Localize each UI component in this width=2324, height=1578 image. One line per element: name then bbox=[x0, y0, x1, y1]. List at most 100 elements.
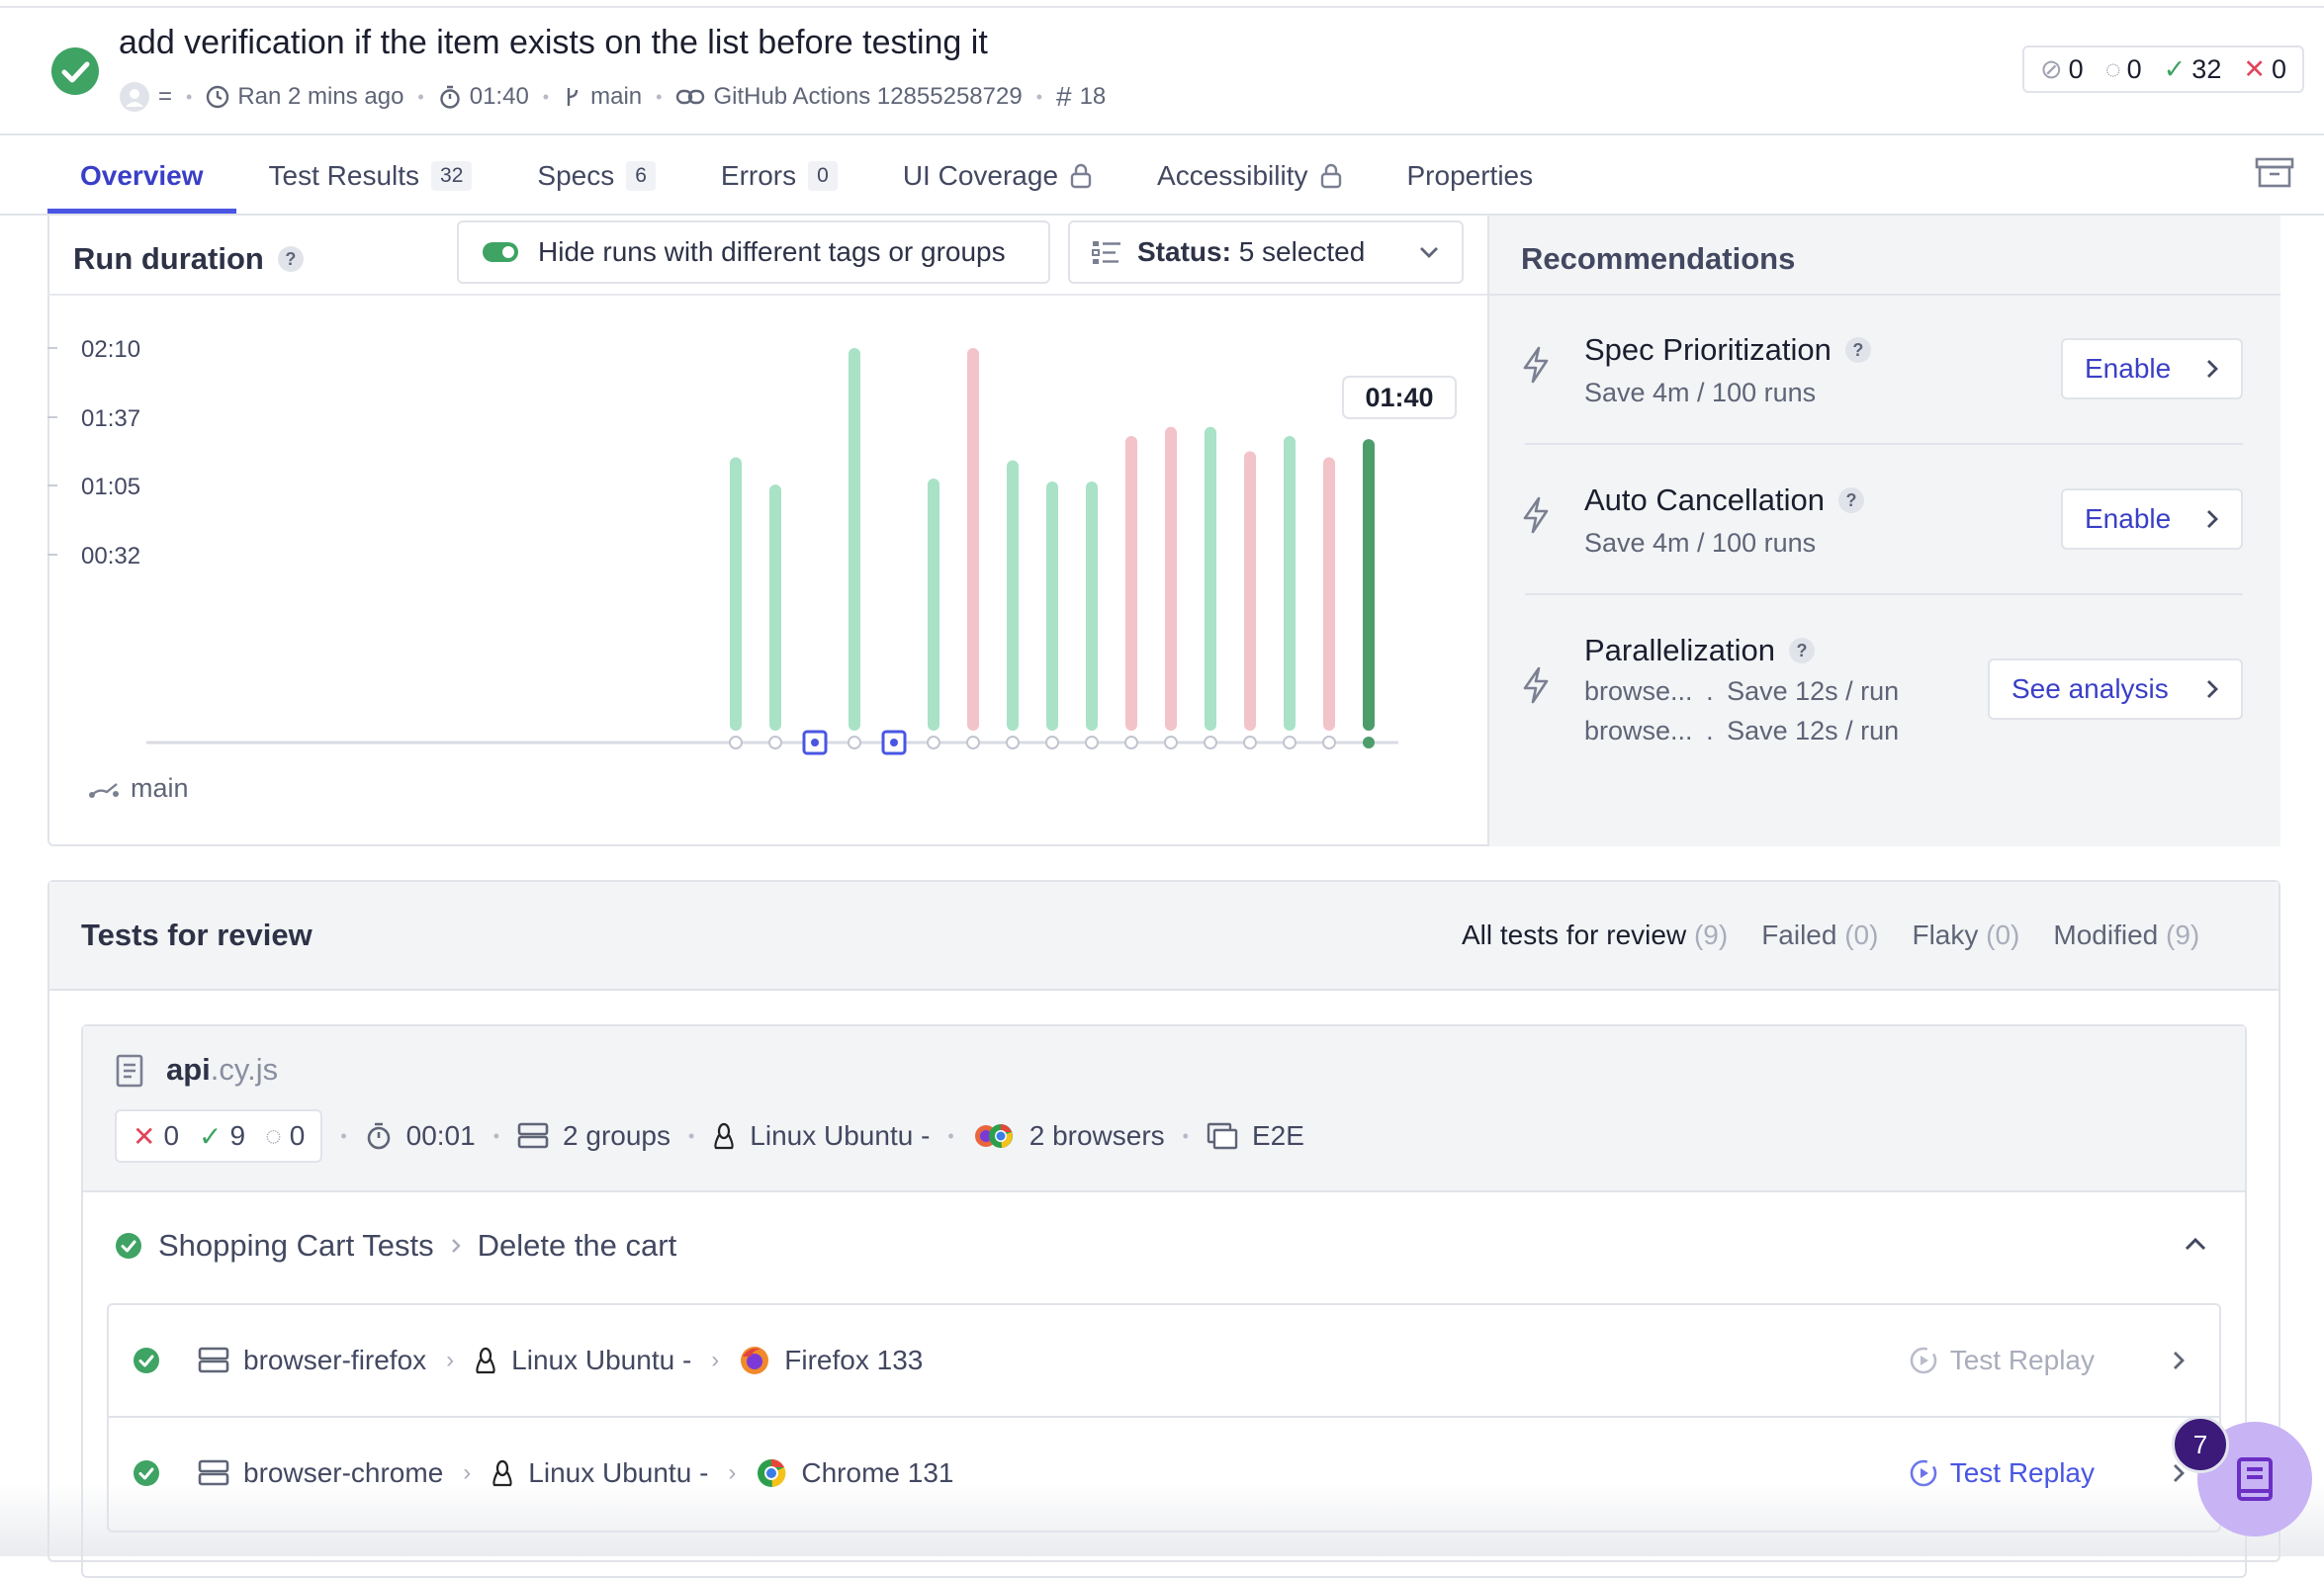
review-filter-tabs: All tests for review (9) Failed (0) Flak… bbox=[1462, 920, 2199, 951]
tab-ui-coverage[interactable]: UI Coverage bbox=[870, 138, 1124, 214]
duration-bar bbox=[1205, 426, 1216, 731]
duration-bar bbox=[928, 478, 939, 731]
notification-badge: 7 bbox=[2172, 1416, 2229, 1473]
lock-icon bbox=[1070, 163, 1092, 189]
archive-icon[interactable] bbox=[2255, 156, 2294, 193]
spec-groups: 2 groups bbox=[517, 1120, 670, 1152]
branch[interactable]: main bbox=[563, 83, 642, 111]
see-analysis-button[interactable]: See analysis bbox=[1988, 658, 2243, 720]
linux-icon bbox=[476, 1347, 495, 1374]
rec-auto-cancellation: Auto Cancellation? Save 4m / 100 runs En… bbox=[1521, 477, 2243, 595]
duration-bar bbox=[849, 348, 860, 731]
lock-icon bbox=[1320, 163, 1341, 189]
skipped-count: ⊘ 0 bbox=[2039, 53, 2084, 84]
run-marker bbox=[1124, 736, 1138, 749]
status-filter-dropdown[interactable]: Status: 5 selected bbox=[1068, 220, 1464, 284]
duration-bar bbox=[1086, 482, 1098, 731]
firefox-icon bbox=[741, 1347, 769, 1374]
replay-icon bbox=[1910, 1459, 1937, 1487]
tab-properties[interactable]: Properties bbox=[1375, 138, 1566, 214]
bars bbox=[730, 348, 1375, 731]
chevron-right-icon bbox=[2207, 680, 2218, 698]
spec-file-name[interactable]: api .cy.js bbox=[166, 1052, 278, 1088]
hash-icon: # bbox=[1056, 81, 1072, 112]
run-marker bbox=[1085, 736, 1099, 749]
lightning-icon bbox=[1523, 346, 1549, 384]
ci-link[interactable]: GitHub Actions 12855258729 bbox=[675, 83, 1023, 111]
run-counts: ⊘ 0 ◌ 0 ✓ 32 ✕ 0 bbox=[2021, 45, 2304, 93]
test-replay-button[interactable]: Test Replay bbox=[1909, 1457, 2095, 1489]
tab-specs[interactable]: Specs 6 bbox=[504, 138, 688, 214]
run-marker bbox=[768, 736, 782, 749]
passed-count: ✓ 9 bbox=[199, 1120, 246, 1152]
filter-failed[interactable]: Failed (0) bbox=[1761, 920, 1878, 951]
spec-os: Linux Ubuntu - bbox=[712, 1120, 930, 1152]
test-attempt-row[interactable]: browser-chrome › Linux Ubuntu - › Chrome… bbox=[109, 1418, 2219, 1529]
pending-icon: ◌ bbox=[265, 1120, 282, 1151]
help-icon[interactable]: ? bbox=[277, 246, 304, 272]
check-circle-icon bbox=[133, 1459, 160, 1487]
x-icon: ✕ bbox=[2243, 53, 2266, 84]
rec-spec-prioritization: Spec Prioritization? Save 4m / 100 runs … bbox=[1521, 326, 2243, 445]
chevron-up-icon[interactable] bbox=[2184, 1236, 2207, 1257]
replay-icon bbox=[1910, 1347, 1937, 1374]
test-attempt-row[interactable]: browser-firefox › Linux Ubuntu - › Firef… bbox=[109, 1305, 2219, 1416]
enable-button[interactable]: Enable bbox=[2061, 488, 2243, 550]
duration-bar bbox=[1007, 460, 1019, 731]
hide-runs-toggle[interactable]: Hide runs with different tags or groups bbox=[457, 220, 1050, 284]
e2e-icon bbox=[1207, 1122, 1238, 1150]
stopwatch-icon bbox=[367, 1122, 390, 1150]
run-marker bbox=[1045, 736, 1059, 749]
help-icon[interactable]: ? bbox=[1844, 337, 1871, 363]
filter-all[interactable]: All tests for review (9) bbox=[1462, 920, 1728, 951]
tests-for-review-title: Tests for review bbox=[81, 918, 313, 952]
tab-test-results[interactable]: Test Results 32 bbox=[236, 138, 505, 214]
chevron-right-icon bbox=[2174, 1352, 2185, 1369]
tab-overview[interactable]: Overview bbox=[47, 138, 236, 214]
duration-bar bbox=[1046, 482, 1058, 731]
spec-browsers: 2 browsers bbox=[972, 1120, 1165, 1152]
run-marker bbox=[1204, 736, 1217, 749]
y-tick-label: 01:05 bbox=[81, 474, 140, 500]
run-marker bbox=[1322, 736, 1336, 749]
run-marker bbox=[927, 736, 940, 749]
check-circle-icon bbox=[133, 1347, 160, 1374]
browser-cell: Firefox 133 bbox=[739, 1345, 923, 1376]
run-duration: 01:40 bbox=[438, 83, 529, 111]
chevron-right-icon bbox=[2207, 510, 2218, 528]
filter-modified[interactable]: Modified (9) bbox=[2053, 920, 2199, 951]
y-tick-label: 02:10 bbox=[81, 336, 140, 363]
run-marker bbox=[1006, 736, 1020, 749]
tab-accessibility[interactable]: Accessibility bbox=[1124, 138, 1374, 214]
test-breadcrumb[interactable]: Shopping Cart Tests Delete the cart bbox=[115, 1228, 676, 1264]
run-marker bbox=[1283, 736, 1296, 749]
enable-button[interactable]: Enable bbox=[2061, 338, 2243, 399]
tab-errors[interactable]: Errors 0 bbox=[688, 138, 870, 214]
count-badge: 0 bbox=[808, 161, 838, 191]
run-meta: = • Ran 2 mins ago • 01:40 • main • GitH… bbox=[119, 81, 1106, 113]
rec-parallelization: Parallelization? browse... . Save 12s / … bbox=[1521, 629, 2243, 757]
help-icon[interactable]: ? bbox=[1789, 638, 1815, 663]
test-replay-button[interactable]: Test Replay bbox=[1909, 1345, 2095, 1376]
check-icon: ✓ bbox=[2163, 53, 2187, 84]
os-cell: Linux Ubuntu - bbox=[491, 1457, 708, 1489]
author[interactable]: = bbox=[119, 81, 172, 113]
server-icon bbox=[198, 1459, 229, 1486]
filter-flaky[interactable]: Flaky (0) bbox=[1912, 920, 2019, 951]
book-icon bbox=[2237, 1457, 2273, 1501]
list-filter-icon bbox=[1092, 241, 1120, 264]
x-icon: ✕ bbox=[133, 1120, 156, 1152]
chart-branch-label: main bbox=[87, 773, 189, 804]
check-circle-icon bbox=[116, 1233, 141, 1259]
y-tick-label: 01:37 bbox=[81, 405, 140, 432]
linux-icon bbox=[714, 1122, 734, 1150]
spec-counts: ✕ 0 ✓ 9 ◌ 0 bbox=[115, 1109, 323, 1163]
run-number: # 18 bbox=[1056, 81, 1107, 112]
skipped-icon: ⊘ bbox=[2039, 53, 2063, 84]
run-marker bbox=[1243, 736, 1257, 749]
help-icon[interactable]: ? bbox=[1838, 487, 1864, 513]
failed-count: ✕ 0 bbox=[2243, 53, 2286, 84]
linux-icon bbox=[492, 1459, 512, 1487]
tab-bar: Overview Test Results 32 Specs 6 Errors 0 U… bbox=[47, 138, 1565, 214]
check-icon: ✓ bbox=[199, 1120, 223, 1152]
